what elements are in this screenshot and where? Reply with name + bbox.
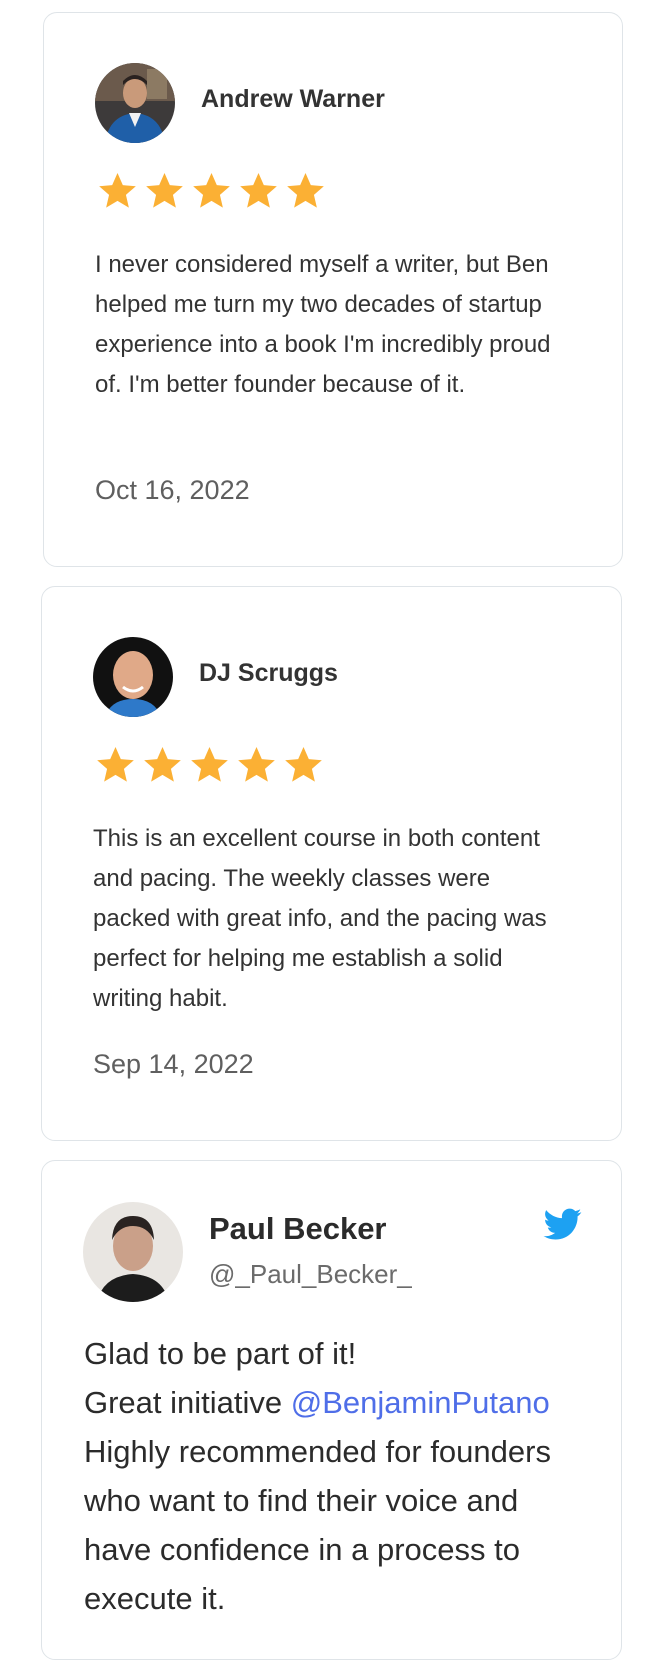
avatar [93,637,173,717]
avatar [83,1202,183,1302]
star-rating [92,743,327,787]
tweet-body: Glad to be part of it! Great initiative … [84,1329,604,1623]
tweet-author-handle[interactable]: @_Paul_Becker_ [209,1259,412,1290]
star-rating [94,169,329,213]
star-icon [193,173,230,208]
tweet-line: execute it. [84,1581,226,1616]
review-card: Andrew Warner I never considered myself … [43,12,623,567]
review-date: Oct 16, 2022 [95,475,250,505]
avatar [95,63,175,143]
tweet-line: Great initiative @BenjaminPutano [84,1378,604,1427]
tweet-line: Glad to be part of it! [84,1336,357,1371]
star-icon [191,747,228,782]
review-date: Sep 14, 2022 [93,1049,254,1079]
review-text: I never considered myself a writer, but … [95,251,551,398]
review-text: This is an excellent course in both cont… [93,825,547,1012]
star-icon [146,173,183,208]
reviewer-name: Andrew Warner [201,85,385,113]
star-icon [144,747,181,782]
twitter-bird-icon[interactable] [542,1205,584,1243]
mention-link[interactable]: @BenjaminPutano [291,1385,550,1420]
tweet-line: who want to find their voice and [84,1483,519,1518]
tweet-author-name: Paul Becker [209,1211,387,1246]
tweet-card[interactable]: Paul Becker @_Paul_Becker_ Glad to be pa… [41,1160,622,1660]
star-icon [287,173,324,208]
star-icon [97,747,134,782]
tweet-line-text: Great initiative [84,1385,291,1420]
tweet-line: have confidence in a process to [84,1532,520,1567]
star-icon [238,747,275,782]
star-icon [99,173,136,208]
tweet-line: Highly recommended for founders [84,1434,551,1469]
star-icon [240,173,277,208]
review-card: DJ Scruggs This is an excellent course i… [41,586,622,1141]
star-icon [285,747,322,782]
reviewer-name: DJ Scruggs [199,659,338,687]
